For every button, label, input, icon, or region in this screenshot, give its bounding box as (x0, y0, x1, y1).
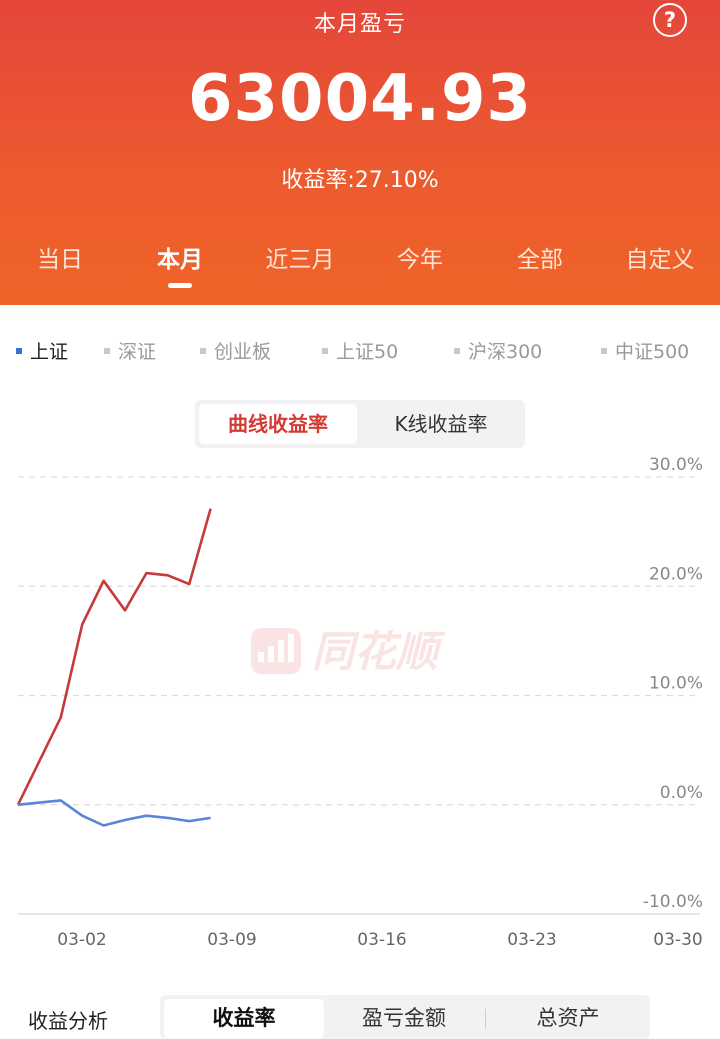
x-tick-label: 03-16 (357, 930, 406, 950)
analysis-bar: 收益分析 收益率 盈亏金额 总资产 (0, 995, 720, 1039)
y-tick-label: 20.0% (649, 564, 703, 584)
legend-label: 深证 (118, 341, 157, 363)
legend-item-shenzhen[interactable]: 深证 (104, 337, 156, 364)
legend-item-chinext[interactable]: 创业板 (200, 337, 271, 364)
return-chart: 30.0% 20.0% 10.0% 0.0% -10.0% 03-02 03-09 03-16… (16, 455, 703, 950)
help-icon[interactable]: ? (653, 3, 687, 37)
legend-label: 沪深300 (468, 341, 543, 363)
divider (485, 1009, 486, 1029)
return-rate: 收益率:27.10% (281, 168, 439, 193)
shanghai-index-line (17, 799, 211, 827)
period-tabs: 当日 本月 近三月 今年 全部 自定义 (0, 240, 720, 290)
legend-item-csi300[interactable]: 沪深300 (454, 337, 542, 364)
legend-item-sse50[interactable]: 上证50 (322, 337, 398, 364)
y-tick-label: 0.0% (660, 783, 703, 803)
header: 本月盈亏 ? 63004.93 收益率:27.10% 当日 本月 近三月 今年 … (0, 0, 720, 305)
watermark-text: 同花顺 (312, 627, 446, 676)
tab-three-months[interactable]: 近三月 (240, 240, 360, 274)
curve-return-button[interactable]: 曲线收益率 (199, 404, 357, 444)
legend-label: 创业板 (214, 341, 272, 363)
y-tick-label: 30.0% (649, 455, 703, 475)
y-tick-label: 10.0% (649, 674, 703, 694)
legend-marker (601, 347, 607, 354)
analysis-label: 收益分析 (28, 1009, 108, 1033)
legend-marker (104, 347, 110, 354)
tab-this-month[interactable]: 本月 (120, 240, 240, 274)
tab-all[interactable]: 全部 (480, 240, 600, 274)
tab-return-rate[interactable]: 收益率 (164, 999, 324, 1039)
legend-marker (200, 347, 206, 354)
kline-return-button[interactable]: K线收益率 (361, 404, 521, 444)
portfolio-return-line (16, 508, 212, 806)
tab-pnl-amount[interactable]: 盈亏金额 (328, 999, 480, 1039)
page-title: 本月盈亏 (313, 12, 406, 37)
chart-type-toggle: 曲线收益率 K线收益率 (195, 400, 525, 448)
legend-item-shanghai[interactable]: 上证 (16, 337, 68, 364)
tab-this-year[interactable]: 今年 (360, 240, 480, 274)
legend-marker (322, 347, 328, 354)
y-tick-label: -10.0% (643, 892, 703, 912)
tab-today[interactable]: 当日 (0, 240, 120, 274)
legend-label: 中证500 (615, 341, 690, 363)
legend-marker (16, 347, 22, 354)
tab-total-assets[interactable]: 总资产 (490, 999, 646, 1039)
x-tick-label: 03-23 (507, 930, 556, 950)
legend-item-csi500[interactable]: 中证500 (601, 337, 689, 364)
active-tab-indicator (168, 283, 192, 288)
x-tick-label: 03-30 (653, 930, 702, 950)
x-tick-label: 03-09 (207, 930, 256, 950)
tab-custom[interactable]: 自定义 (600, 240, 720, 274)
legend-marker (454, 347, 460, 354)
index-legend: 上证 深证 创业板 上证50 沪深300 中证500 (0, 337, 720, 363)
legend-label: 上证 (30, 341, 69, 363)
monthly-pnl-amount: 63004.93 (187, 62, 533, 136)
legend-label: 上证50 (336, 341, 399, 363)
analysis-tabs: 收益率 盈亏金额 总资产 (160, 995, 650, 1039)
watermark: 同花顺 (251, 627, 446, 676)
x-tick-label: 03-02 (57, 930, 106, 950)
